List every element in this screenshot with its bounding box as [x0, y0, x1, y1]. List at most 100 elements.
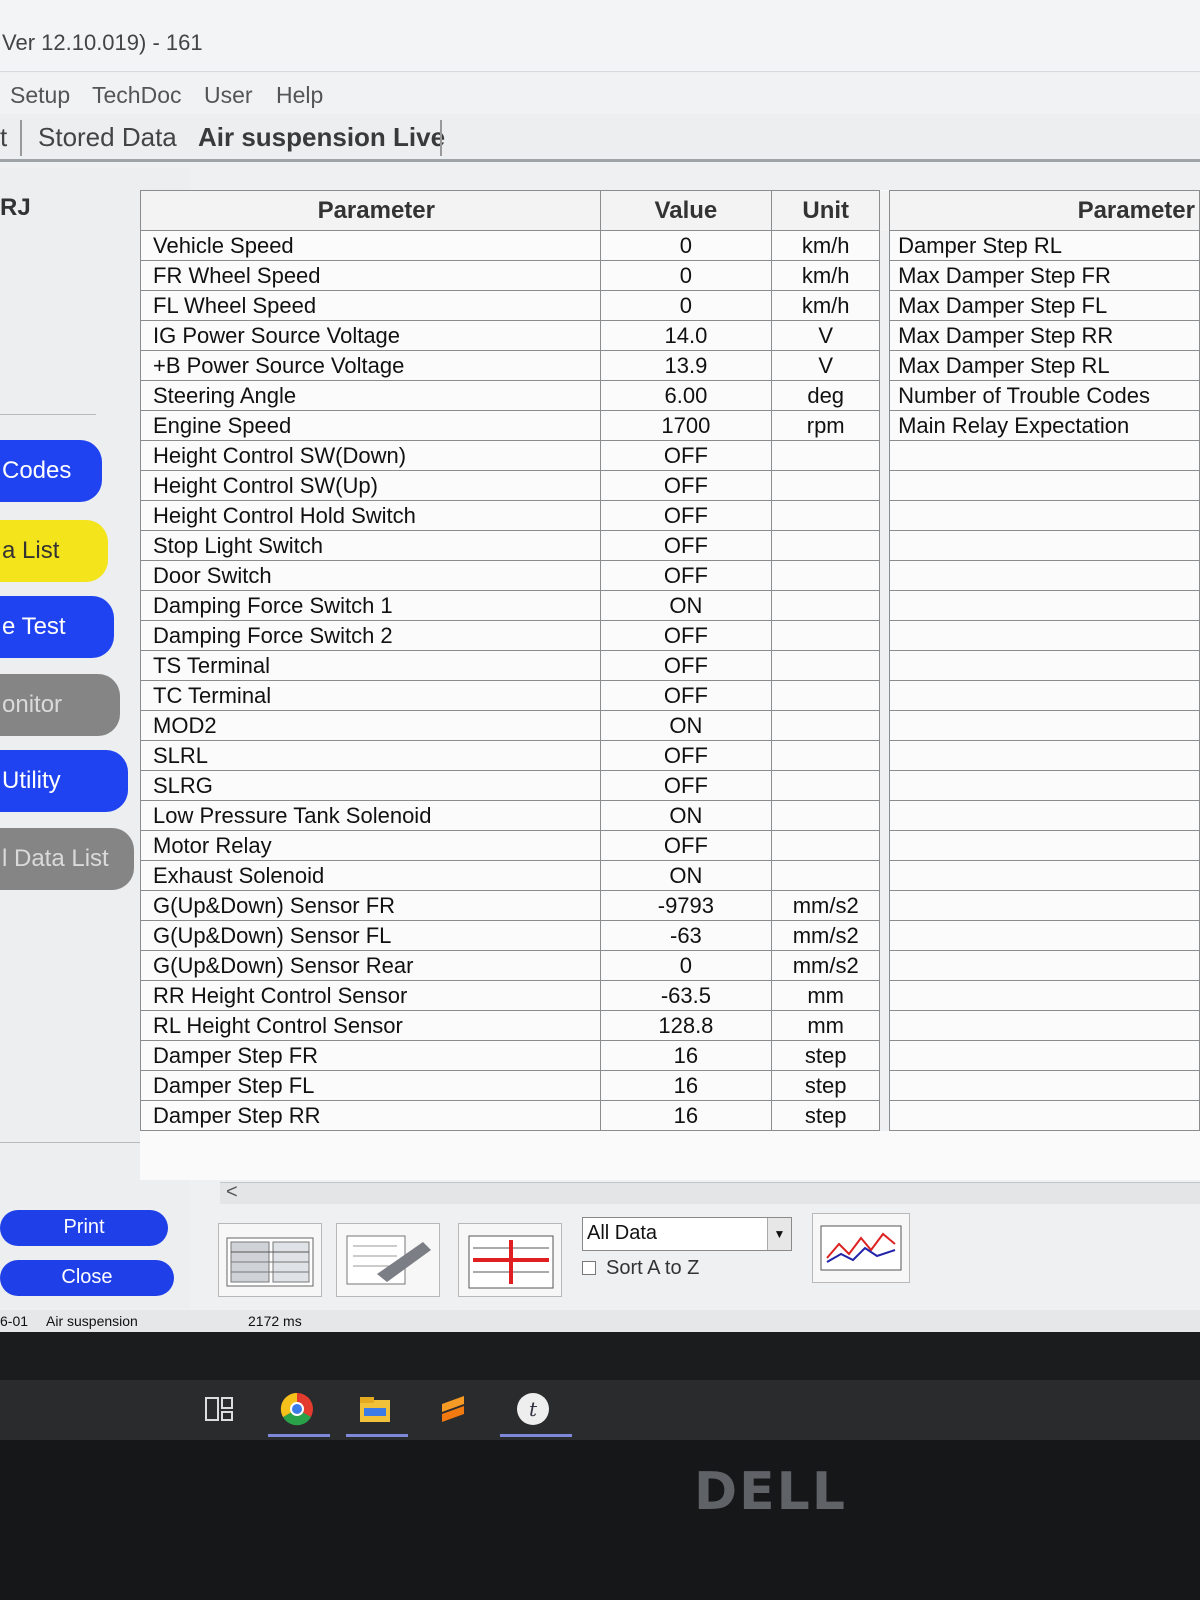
- table-row[interactable]: +B Power Source Voltage 13.9 V Max Damper S…: [140, 350, 1200, 381]
- table-row[interactable]: Door Switch OFF: [140, 560, 1200, 591]
- table-row[interactable]: Low Pressure Tank Solenoid ON: [140, 800, 1200, 831]
- sidebar-button-monitor[interactable]: onitor: [0, 674, 120, 736]
- column-header-unit[interactable]: Unit: [771, 190, 881, 231]
- cell-parameter-2[interactable]: [889, 740, 1200, 771]
- table-row[interactable]: Height Control Hold Switch OFF: [140, 500, 1200, 531]
- sidebar-button-data-list[interactable]: a List: [0, 520, 108, 582]
- cell-parameter-2[interactable]: [889, 920, 1200, 951]
- sidebar-button-active-test[interactable]: e Test: [0, 596, 114, 658]
- table-row[interactable]: Vehicle Speed 0 km/h Damper Step RL: [140, 230, 1200, 261]
- cell-parameter[interactable]: Damping Force Switch 2: [140, 620, 601, 651]
- table-row[interactable]: IG Power Source Voltage 14.0 V Max Damper S…: [140, 320, 1200, 351]
- cell-parameter-2[interactable]: [889, 1040, 1200, 1071]
- cell-parameter[interactable]: Door Switch: [140, 560, 601, 591]
- cell-parameter-2[interactable]: [889, 950, 1200, 981]
- table-row[interactable]: MOD2 ON: [140, 710, 1200, 741]
- cell-parameter-2[interactable]: Main Relay Expectation: [889, 410, 1200, 441]
- chevron-down-icon[interactable]: ▼: [767, 1218, 791, 1250]
- cell-parameter-2[interactable]: [889, 650, 1200, 681]
- sidebar-button-codes[interactable]: Codes: [0, 440, 102, 502]
- cell-parameter[interactable]: Exhaust Solenoid: [140, 860, 601, 891]
- table-row[interactable]: Damping Force Switch 2 OFF: [140, 620, 1200, 651]
- cell-parameter-2[interactable]: [889, 770, 1200, 801]
- cell-parameter-2[interactable]: [889, 680, 1200, 711]
- cell-parameter-2[interactable]: [889, 500, 1200, 531]
- menu-techdoc[interactable]: TechDoc: [92, 82, 181, 109]
- record-button[interactable]: [336, 1223, 440, 1297]
- scroll-left-icon[interactable]: <: [226, 1181, 238, 1204]
- cell-parameter[interactable]: Height Control SW(Down): [140, 440, 601, 471]
- cell-parameter[interactable]: Height Control SW(Up): [140, 470, 601, 501]
- table-row[interactable]: Motor Relay OFF: [140, 830, 1200, 861]
- sublime-icon[interactable]: [434, 1390, 472, 1428]
- column-header-parameter-2[interactable]: Parameter: [889, 190, 1200, 231]
- cell-parameter[interactable]: RR Height Control Sensor: [140, 980, 601, 1011]
- table-row[interactable]: Engine Speed 1700 rpm Main Relay Expectatio…: [140, 410, 1200, 441]
- table-row[interactable]: Damper Step RR 16 step: [140, 1100, 1200, 1131]
- close-button[interactable]: Close: [0, 1260, 174, 1296]
- graph-button[interactable]: [812, 1213, 910, 1283]
- cell-parameter[interactable]: MOD2: [140, 710, 601, 741]
- cell-parameter[interactable]: G(Up&Down) Sensor FR: [140, 890, 601, 921]
- cell-parameter-2[interactable]: [889, 890, 1200, 921]
- cell-parameter[interactable]: FL Wheel Speed: [140, 290, 601, 321]
- cell-parameter[interactable]: +B Power Source Voltage: [140, 350, 601, 381]
- cell-parameter[interactable]: Engine Speed: [140, 410, 601, 441]
- table-row[interactable]: Stop Light Switch OFF: [140, 530, 1200, 561]
- cell-parameter[interactable]: Low Pressure Tank Solenoid: [140, 800, 601, 831]
- column-header-value[interactable]: Value: [599, 190, 773, 231]
- table-row[interactable]: RL Height Control Sensor 128.8 mm: [140, 1010, 1200, 1041]
- cell-parameter[interactable]: TC Terminal: [140, 680, 601, 711]
- checkbox-icon[interactable]: [582, 1261, 596, 1275]
- print-button[interactable]: Print: [0, 1210, 168, 1246]
- menu-user[interactable]: User: [204, 82, 253, 109]
- table-row[interactable]: Damping Force Switch 1 ON: [140, 590, 1200, 621]
- cell-parameter[interactable]: G(Up&Down) Sensor Rear: [140, 950, 601, 981]
- cell-parameter[interactable]: FR Wheel Speed: [140, 260, 601, 291]
- cell-parameter-2[interactable]: [889, 860, 1200, 891]
- table-row[interactable]: G(Up&Down) Sensor FR -9793 mm/s2: [140, 890, 1200, 921]
- table-row[interactable]: Height Control SW(Down) OFF: [140, 440, 1200, 471]
- menu-setup[interactable]: Setup: [10, 82, 70, 109]
- cell-parameter-2[interactable]: [889, 560, 1200, 591]
- cell-parameter[interactable]: Vehicle Speed: [140, 230, 601, 261]
- techstream-icon[interactable]: t: [514, 1390, 552, 1428]
- cell-parameter[interactable]: Damping Force Switch 1: [140, 590, 601, 621]
- table-row[interactable]: Exhaust Solenoid ON: [140, 860, 1200, 891]
- cell-parameter-2[interactable]: [889, 590, 1200, 621]
- table-row[interactable]: RR Height Control Sensor -63.5 mm: [140, 980, 1200, 1011]
- cell-parameter-2[interactable]: [889, 830, 1200, 861]
- cell-parameter[interactable]: Damper Step FR: [140, 1040, 601, 1071]
- table-row[interactable]: SLRG OFF: [140, 770, 1200, 801]
- table-row[interactable]: G(Up&Down) Sensor FL -63 mm/s2: [140, 920, 1200, 951]
- cell-parameter-2[interactable]: Max Damper Step FL: [889, 290, 1200, 321]
- table-row[interactable]: Damper Step FL 16 step: [140, 1070, 1200, 1101]
- cell-parameter-2[interactable]: Max Damper Step RL: [889, 350, 1200, 381]
- sidebar-button-utility[interactable]: Utility: [0, 750, 128, 812]
- table-row[interactable]: G(Up&Down) Sensor Rear 0 mm/s2: [140, 950, 1200, 981]
- tab-previous-fragment[interactable]: t: [0, 122, 7, 153]
- cell-parameter-2[interactable]: Damper Step RL: [889, 230, 1200, 261]
- cell-parameter-2[interactable]: [889, 470, 1200, 501]
- table-row[interactable]: SLRL OFF: [140, 740, 1200, 771]
- cell-parameter-2[interactable]: Number of Trouble Codes: [889, 380, 1200, 411]
- task-view-icon[interactable]: [200, 1390, 238, 1428]
- cell-parameter-2[interactable]: [889, 1070, 1200, 1101]
- data-filter-dropdown[interactable]: All Data ▼: [582, 1217, 792, 1251]
- cell-parameter-2[interactable]: [889, 710, 1200, 741]
- cell-parameter[interactable]: SLRG: [140, 770, 601, 801]
- table-row[interactable]: TS Terminal OFF: [140, 650, 1200, 681]
- cell-parameter[interactable]: G(Up&Down) Sensor FL: [140, 920, 601, 951]
- data-select-button[interactable]: [458, 1223, 562, 1297]
- cell-parameter-2[interactable]: [889, 800, 1200, 831]
- cell-parameter-2[interactable]: [889, 530, 1200, 561]
- table-row[interactable]: TC Terminal OFF: [140, 680, 1200, 711]
- cell-parameter-2[interactable]: [889, 1010, 1200, 1041]
- cell-parameter[interactable]: Motor Relay: [140, 830, 601, 861]
- cell-parameter[interactable]: Damper Step RR: [140, 1100, 601, 1131]
- table-row[interactable]: Damper Step FR 16 step: [140, 1040, 1200, 1071]
- file-explorer-icon[interactable]: [356, 1390, 394, 1428]
- table-row[interactable]: Height Control SW(Up) OFF: [140, 470, 1200, 501]
- cell-parameter-2[interactable]: [889, 620, 1200, 651]
- tab-air-suspension-live[interactable]: Air suspension Live: [198, 122, 445, 153]
